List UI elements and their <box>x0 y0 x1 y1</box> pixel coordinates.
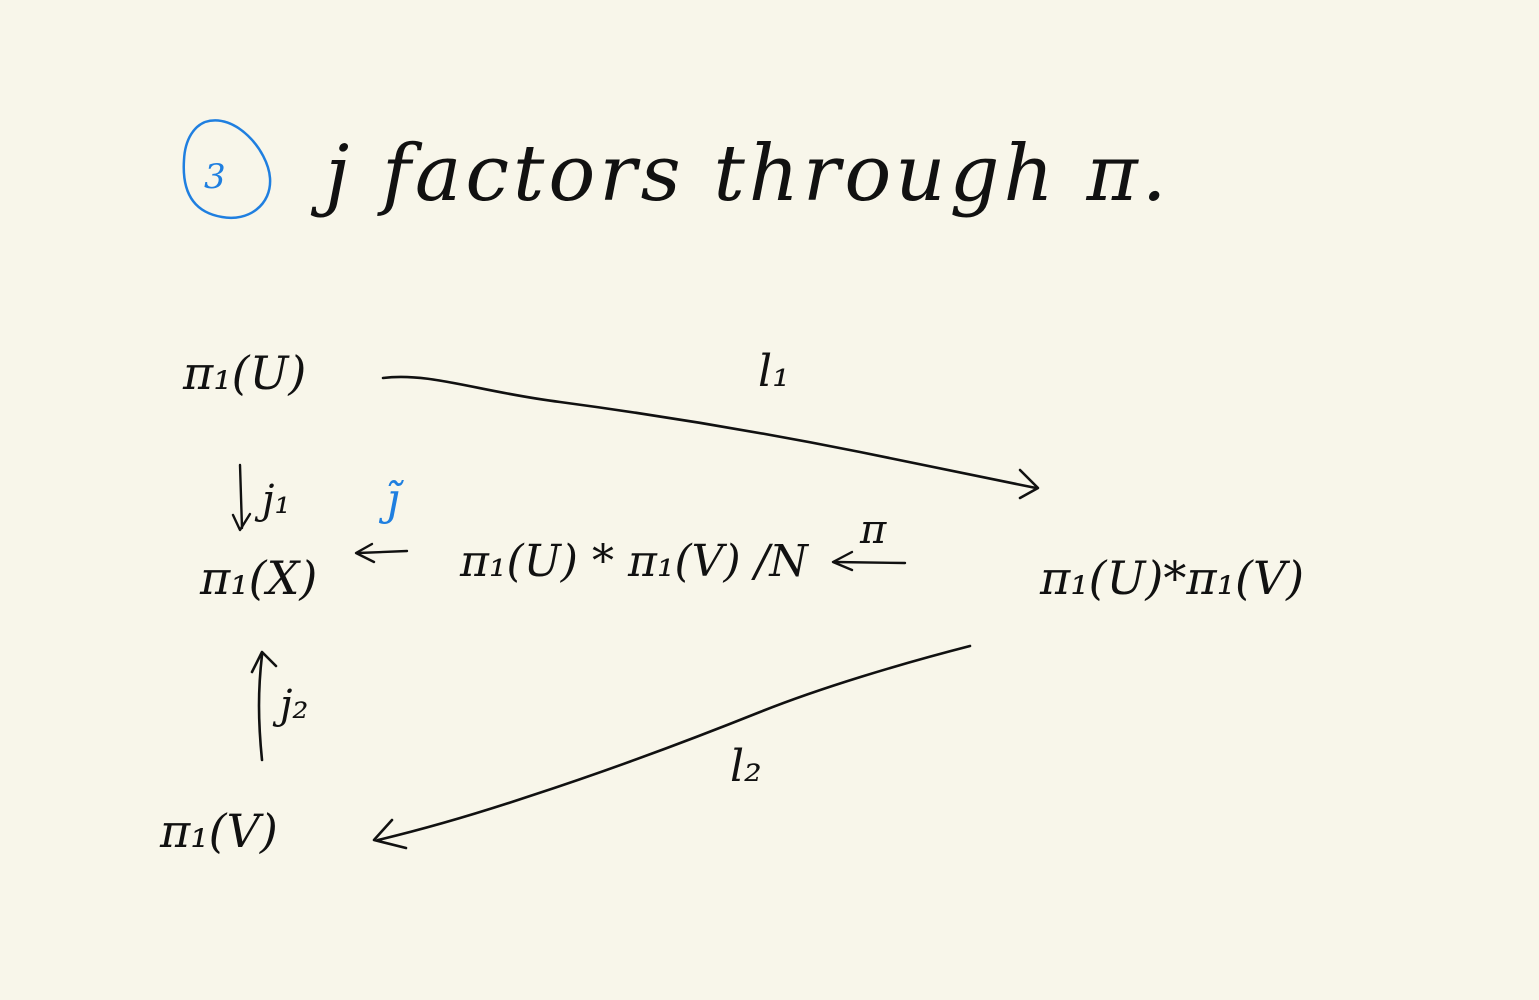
arrow-j1 <box>238 463 244 530</box>
node-pi1-u: π₁(U) <box>183 346 307 400</box>
label-j-tilde: j̃ <box>386 474 400 525</box>
step-number: 3 <box>204 157 226 197</box>
arrow-jtilde <box>356 549 409 555</box>
label-j1: j₁ <box>262 477 291 523</box>
arrow-j2 <box>257 653 264 762</box>
arrow-l1 <box>381 375 1038 490</box>
label-l1: l₁ <box>758 346 790 397</box>
arrow-pi <box>833 560 907 565</box>
label-l2: l₂ <box>730 741 762 792</box>
number-circle <box>182 119 272 220</box>
arrow-l2 <box>376 644 972 842</box>
node-pi1-x: π₁(X) <box>200 551 318 605</box>
label-j2: j₂ <box>280 682 309 728</box>
node-quotient: π₁(U) * π₁(V) /N <box>460 536 808 587</box>
heading-text: j factors through π. <box>325 129 1171 219</box>
arrowhead-j2 <box>250 650 278 674</box>
node-free-product: π₁(U)*π₁(V) <box>1040 551 1305 605</box>
node-pi1-v: π₁(V) <box>160 804 278 858</box>
label-pi: π <box>860 507 887 553</box>
